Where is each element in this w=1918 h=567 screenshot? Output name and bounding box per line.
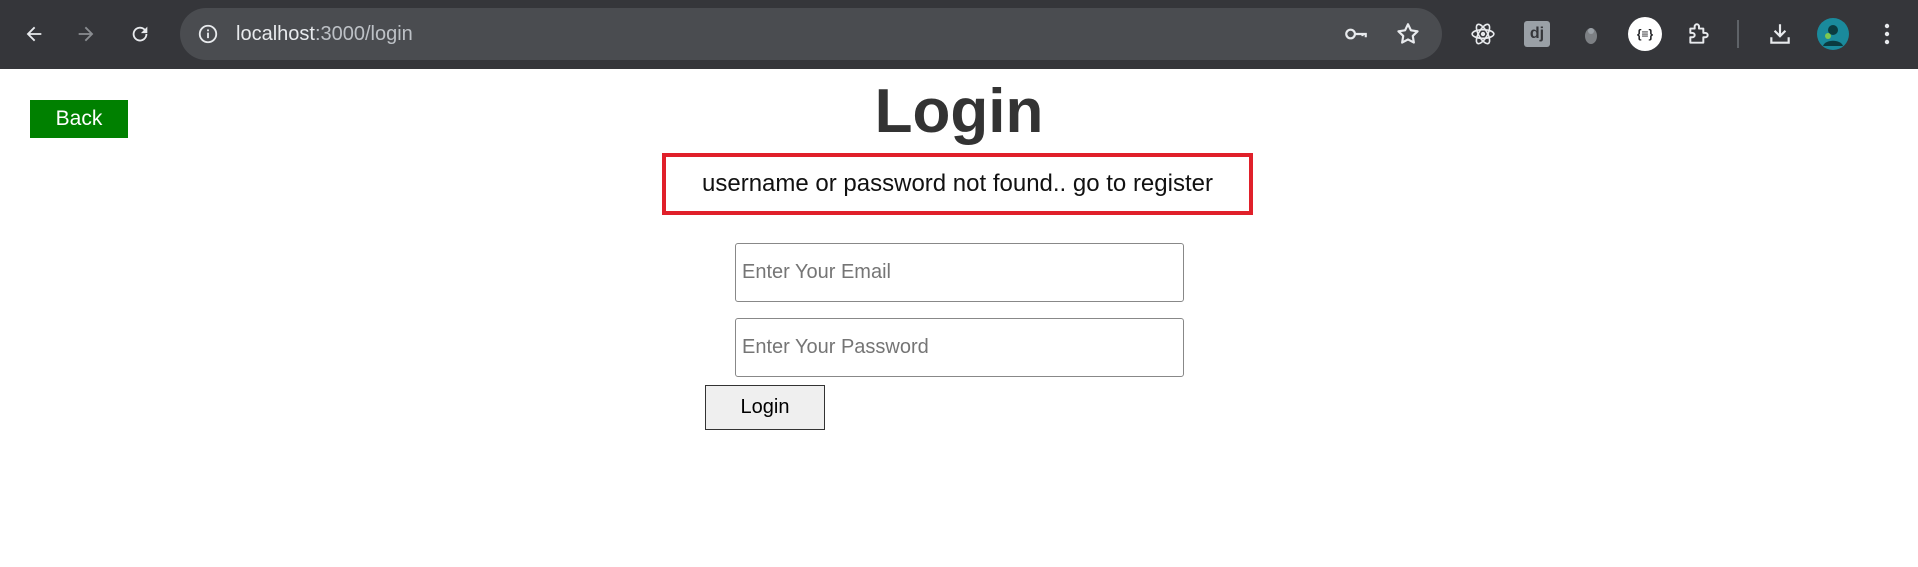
error-message: username or password not found.. go to r… bbox=[662, 153, 1253, 215]
url-path: :3000/login bbox=[314, 23, 413, 45]
django-label: dj bbox=[1524, 21, 1550, 47]
star-icon[interactable] bbox=[1394, 20, 1422, 48]
browser-toolbar: localhost:3000/login dj {≡} bbox=[0, 0, 1918, 69]
address-bar[interactable]: localhost:3000/login bbox=[180, 8, 1442, 60]
download-icon[interactable] bbox=[1763, 17, 1797, 51]
info-icon[interactable] bbox=[194, 20, 222, 48]
forward-nav-button[interactable] bbox=[66, 14, 106, 54]
avatar-icon[interactable] bbox=[1816, 17, 1850, 51]
django-icon[interactable]: dj bbox=[1520, 17, 1554, 51]
key-icon[interactable] bbox=[1342, 20, 1370, 48]
extension-gray-icon[interactable] bbox=[1574, 17, 1608, 51]
url-text[interactable]: localhost:3000/login bbox=[236, 8, 413, 60]
reload-button[interactable] bbox=[120, 14, 160, 54]
react-devtools-icon[interactable] bbox=[1466, 17, 1500, 51]
puzzle-icon[interactable] bbox=[1682, 17, 1716, 51]
json-formatter-icon[interactable]: {≡} bbox=[1628, 17, 1662, 51]
error-message-text: username or password not found.. go to r… bbox=[702, 170, 1213, 197]
reload-icon bbox=[132, 26, 148, 42]
back-nav-button[interactable] bbox=[14, 14, 54, 54]
arrow-left-icon bbox=[26, 26, 42, 42]
page-title: Login bbox=[874, 77, 1044, 146]
toolbar-separator bbox=[1737, 20, 1739, 48]
arrow-right-icon bbox=[78, 26, 94, 42]
login-button[interactable]: Login bbox=[705, 385, 825, 430]
password-field[interactable] bbox=[735, 318, 1184, 377]
json-formatter-label: {≡} bbox=[1628, 17, 1662, 51]
kebab-menu-icon[interactable] bbox=[1870, 17, 1904, 51]
email-field[interactable] bbox=[735, 243, 1184, 302]
url-host: localhost bbox=[236, 23, 315, 45]
